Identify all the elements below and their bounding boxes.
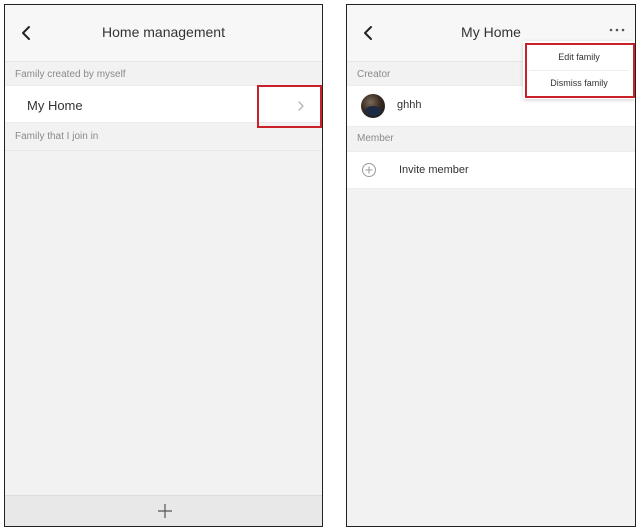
plus-circle-icon [361,162,377,178]
creator-name: ghhh [397,99,422,111]
divider [5,150,322,151]
invite-member-row[interactable]: Invite member [347,151,635,189]
add-icon[interactable] [157,503,173,519]
page-title: My Home [461,24,521,40]
more-icon[interactable] [607,23,627,37]
invite-member-label: Invite member [399,164,469,176]
family-name: My Home [27,98,83,113]
section-label-created: Family created by myself [15,69,126,80]
avatar [361,94,385,118]
bottom-bar [5,495,322,526]
my-home-screen: My Home Creator ghhh Member Invite membe… [346,4,636,527]
home-management-screen: Home management Family created by myself… [4,4,323,527]
header: Home management [5,5,322,62]
page-title: Home management [102,24,225,40]
highlight-annotation [525,43,635,98]
page: Home management Family created by myself… [0,0,640,531]
section-label-creator: Creator [357,69,391,80]
section-label-joined: Family that I join in [15,131,99,142]
section-label-member: Member [357,133,394,144]
highlight-annotation [257,85,322,128]
